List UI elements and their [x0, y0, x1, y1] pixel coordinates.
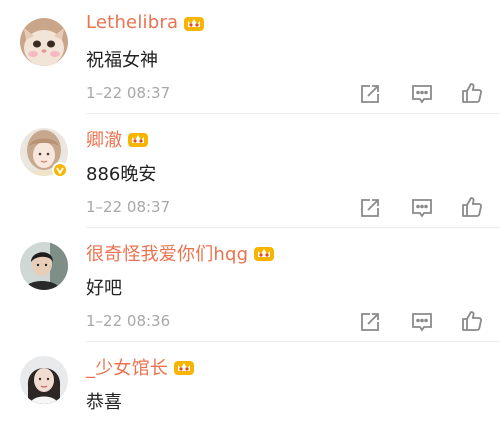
comment-text: 好吧: [86, 278, 122, 299]
comment-icon[interactable]: [410, 196, 436, 220]
username[interactable]: 很奇怪我爱你们hqg: [86, 240, 248, 266]
repost-icon[interactable]: [358, 196, 384, 220]
username[interactable]: _少女馆长: [86, 354, 168, 380]
verified-v-icon: [52, 162, 68, 178]
repost-icon[interactable]: [358, 310, 384, 334]
repost-icon[interactable]: [358, 82, 384, 106]
comment-item: Lethelibra 祝福女神 1–22 08:37: [0, 0, 500, 114]
crown-badge-icon: [253, 244, 275, 262]
comment-text: 886晚安: [86, 164, 157, 185]
boy-avatar[interactable]: [20, 242, 68, 290]
comment-item: 很奇怪我爱你们hqg 好吧 1–22 08:36: [0, 228, 500, 342]
comment-icon[interactable]: [410, 310, 436, 334]
comment-icon[interactable]: [410, 82, 436, 106]
comment-text: 祝福女神: [86, 50, 158, 71]
timestamp: 1–22 08:37: [86, 84, 171, 102]
comment-item: _少女馆长 恭喜: [0, 342, 500, 423]
thumbs-up-icon[interactable]: [460, 309, 486, 333]
thumbs-up-icon[interactable]: [460, 81, 486, 105]
crown-badge-icon: [173, 358, 195, 376]
comment-item: 卿澈 886晚安 1–22 08:37: [0, 114, 500, 228]
crown-badge-icon: [127, 130, 149, 148]
username[interactable]: 卿澈: [86, 126, 122, 152]
username[interactable]: Lethelibra: [86, 12, 178, 33]
timestamp: 1–22 08:36: [86, 312, 171, 330]
timestamp: 1–22 08:37: [86, 198, 171, 216]
crown-badge-icon: [183, 14, 205, 32]
kitten-avatar[interactable]: [20, 18, 68, 66]
comment-text: 恭喜: [86, 392, 122, 413]
woman-avatar[interactable]: [20, 356, 68, 404]
thumbs-up-icon[interactable]: [460, 195, 486, 219]
